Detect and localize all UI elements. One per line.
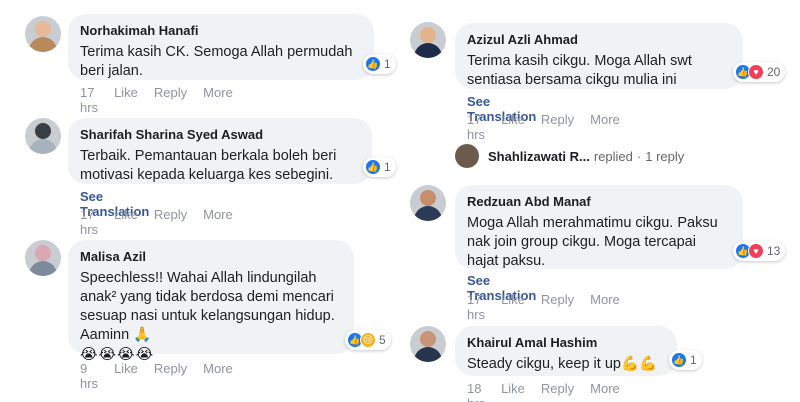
more-button[interactable]: More	[590, 292, 620, 322]
reaction-count: 1	[384, 57, 391, 71]
avatar-head	[35, 245, 51, 261]
comment-author[interactable]: Sharifah Sharina Syed Aswad	[80, 127, 358, 142]
comment-timestamp[interactable]: 17 hrs	[80, 85, 98, 115]
avatar-body	[29, 139, 57, 154]
reaction-count: 1	[690, 353, 697, 367]
like-reaction-icon: 👍	[365, 56, 381, 72]
comment-actions: 17 hrs Like Reply More	[80, 207, 233, 237]
comment-author[interactable]: Malisa Azil	[80, 249, 340, 264]
reply-author: Shahlizawati R...	[488, 148, 590, 164]
comment-text: Speechless!! Wahai Allah lindungilah ana…	[80, 270, 335, 343]
more-button[interactable]: More	[203, 85, 233, 115]
reply-button[interactable]: Reply	[154, 207, 187, 237]
comment-actions: 17 hrs Like Reply More	[467, 292, 620, 322]
reply-count: 1 reply	[645, 148, 685, 164]
reaction-summary[interactable]: 👍 😢 5	[345, 330, 391, 350]
more-button[interactable]: More	[203, 207, 233, 237]
comment-bubble: Khairul Amal Hashim Steady cikgu, keep i…	[455, 326, 677, 376]
like-button[interactable]: Like	[501, 381, 525, 402]
comment-timestamp[interactable]: 17 hrs	[467, 292, 485, 322]
comment-bubble: Malisa Azil Speechless!! Wahai Allah lin…	[68, 240, 354, 363]
reaction-summary[interactable]: 👍 ♥ 20	[733, 62, 786, 82]
comment-bubble: Norhakimah Hanafi Terima kasih CK. Semog…	[68, 14, 374, 80]
avatar[interactable]	[410, 326, 446, 362]
comment-author[interactable]: Khairul Amal Hashim	[467, 335, 663, 350]
reply-avatar	[455, 144, 479, 168]
comment-text: Terima kasih cikgu. Moga Allah swt senti…	[467, 53, 692, 88]
reaction-count: 20	[767, 65, 781, 79]
like-button[interactable]: Like	[114, 207, 138, 237]
avatar-body	[29, 37, 57, 52]
avatar-head	[420, 27, 436, 43]
comment-timestamp[interactable]: 9 hrs	[80, 361, 98, 391]
reply-button[interactable]: Reply	[154, 361, 187, 391]
comment-text: Moga Allah merahmatimu cikgu. Paksu nak …	[467, 215, 718, 269]
avatar-body	[29, 261, 57, 276]
comment-text: Steady cikgu, keep it up💪💪	[467, 356, 658, 372]
avatar-head	[35, 21, 51, 37]
comment-timestamp[interactable]: 17 hrs	[467, 112, 485, 142]
reply-separator: ·	[636, 148, 642, 164]
comment-actions: 17 hrs Like Reply More	[80, 85, 233, 115]
avatar-body	[414, 43, 442, 58]
avatar[interactable]	[25, 240, 61, 276]
comment-author[interactable]: Redzuan Abd Manaf	[467, 194, 729, 209]
avatar[interactable]	[25, 16, 61, 52]
reaction-count: 1	[384, 160, 391, 174]
like-reaction-icon: 👍	[671, 352, 687, 368]
like-button[interactable]: Like	[114, 361, 138, 391]
comment-bubble: Azizul Azli Ahmad Terima kasih cikgu. Mo…	[455, 23, 743, 89]
avatar-head	[420, 331, 436, 347]
comment-author[interactable]: Azizul Azli Ahmad	[467, 32, 729, 47]
reply-button[interactable]: Reply	[541, 381, 574, 402]
more-button[interactable]: More	[203, 361, 233, 391]
more-button[interactable]: More	[590, 381, 620, 402]
avatar-body	[414, 206, 442, 221]
comment-actions: 9 hrs Like Reply More	[80, 361, 233, 391]
like-reaction-icon: 👍	[365, 159, 381, 175]
like-button[interactable]: Like	[114, 85, 138, 115]
love-reaction-icon: ♥	[748, 64, 764, 80]
avatar-head	[420, 190, 436, 206]
comment-author[interactable]: Norhakimah Hanafi	[80, 23, 360, 38]
reply-action: replied	[593, 148, 633, 164]
reply-button[interactable]: Reply	[154, 85, 187, 115]
reaction-summary[interactable]: 👍 1	[669, 350, 702, 370]
like-button[interactable]: Like	[501, 112, 525, 142]
avatar[interactable]	[25, 118, 61, 154]
comment-actions: 17 hrs Like Reply More	[467, 112, 620, 142]
reply-button[interactable]: Reply	[541, 112, 574, 142]
avatar[interactable]	[410, 22, 446, 58]
comment-text: Terima kasih CK. Semoga Allah permudah b…	[80, 44, 353, 79]
comment-bubble: Sharifah Sharina Syed Aswad Terbaik. Pem…	[68, 118, 372, 184]
comment-actions: 18 hrs Like Reply More	[467, 381, 620, 402]
reply-thread-link[interactable]: Shahlizawati R... replied · 1 reply	[455, 144, 684, 168]
avatar-head	[35, 123, 51, 139]
love-reaction-icon: ♥	[748, 243, 764, 259]
more-button[interactable]: More	[590, 112, 620, 142]
comment-timestamp[interactable]: 18 hrs	[467, 381, 485, 402]
reply-button[interactable]: Reply	[541, 292, 574, 322]
comment-timestamp[interactable]: 17 hrs	[80, 207, 98, 237]
avatar-body	[414, 347, 442, 362]
reaction-count: 13	[767, 244, 781, 258]
reaction-count: 5	[379, 333, 386, 347]
reaction-summary[interactable]: 👍 ♥ 13	[733, 241, 786, 261]
reaction-summary[interactable]: 👍 1	[363, 54, 396, 74]
comment-bubble: Redzuan Abd Manaf Moga Allah merahmatimu…	[455, 185, 743, 269]
comment-text: Terbaik. Pemantauan berkala boleh beri m…	[80, 148, 337, 183]
avatar[interactable]	[410, 185, 446, 221]
like-button[interactable]: Like	[501, 292, 525, 322]
sad-reaction-icon: 😢	[360, 332, 376, 348]
reaction-summary[interactable]: 👍 1	[363, 157, 396, 177]
